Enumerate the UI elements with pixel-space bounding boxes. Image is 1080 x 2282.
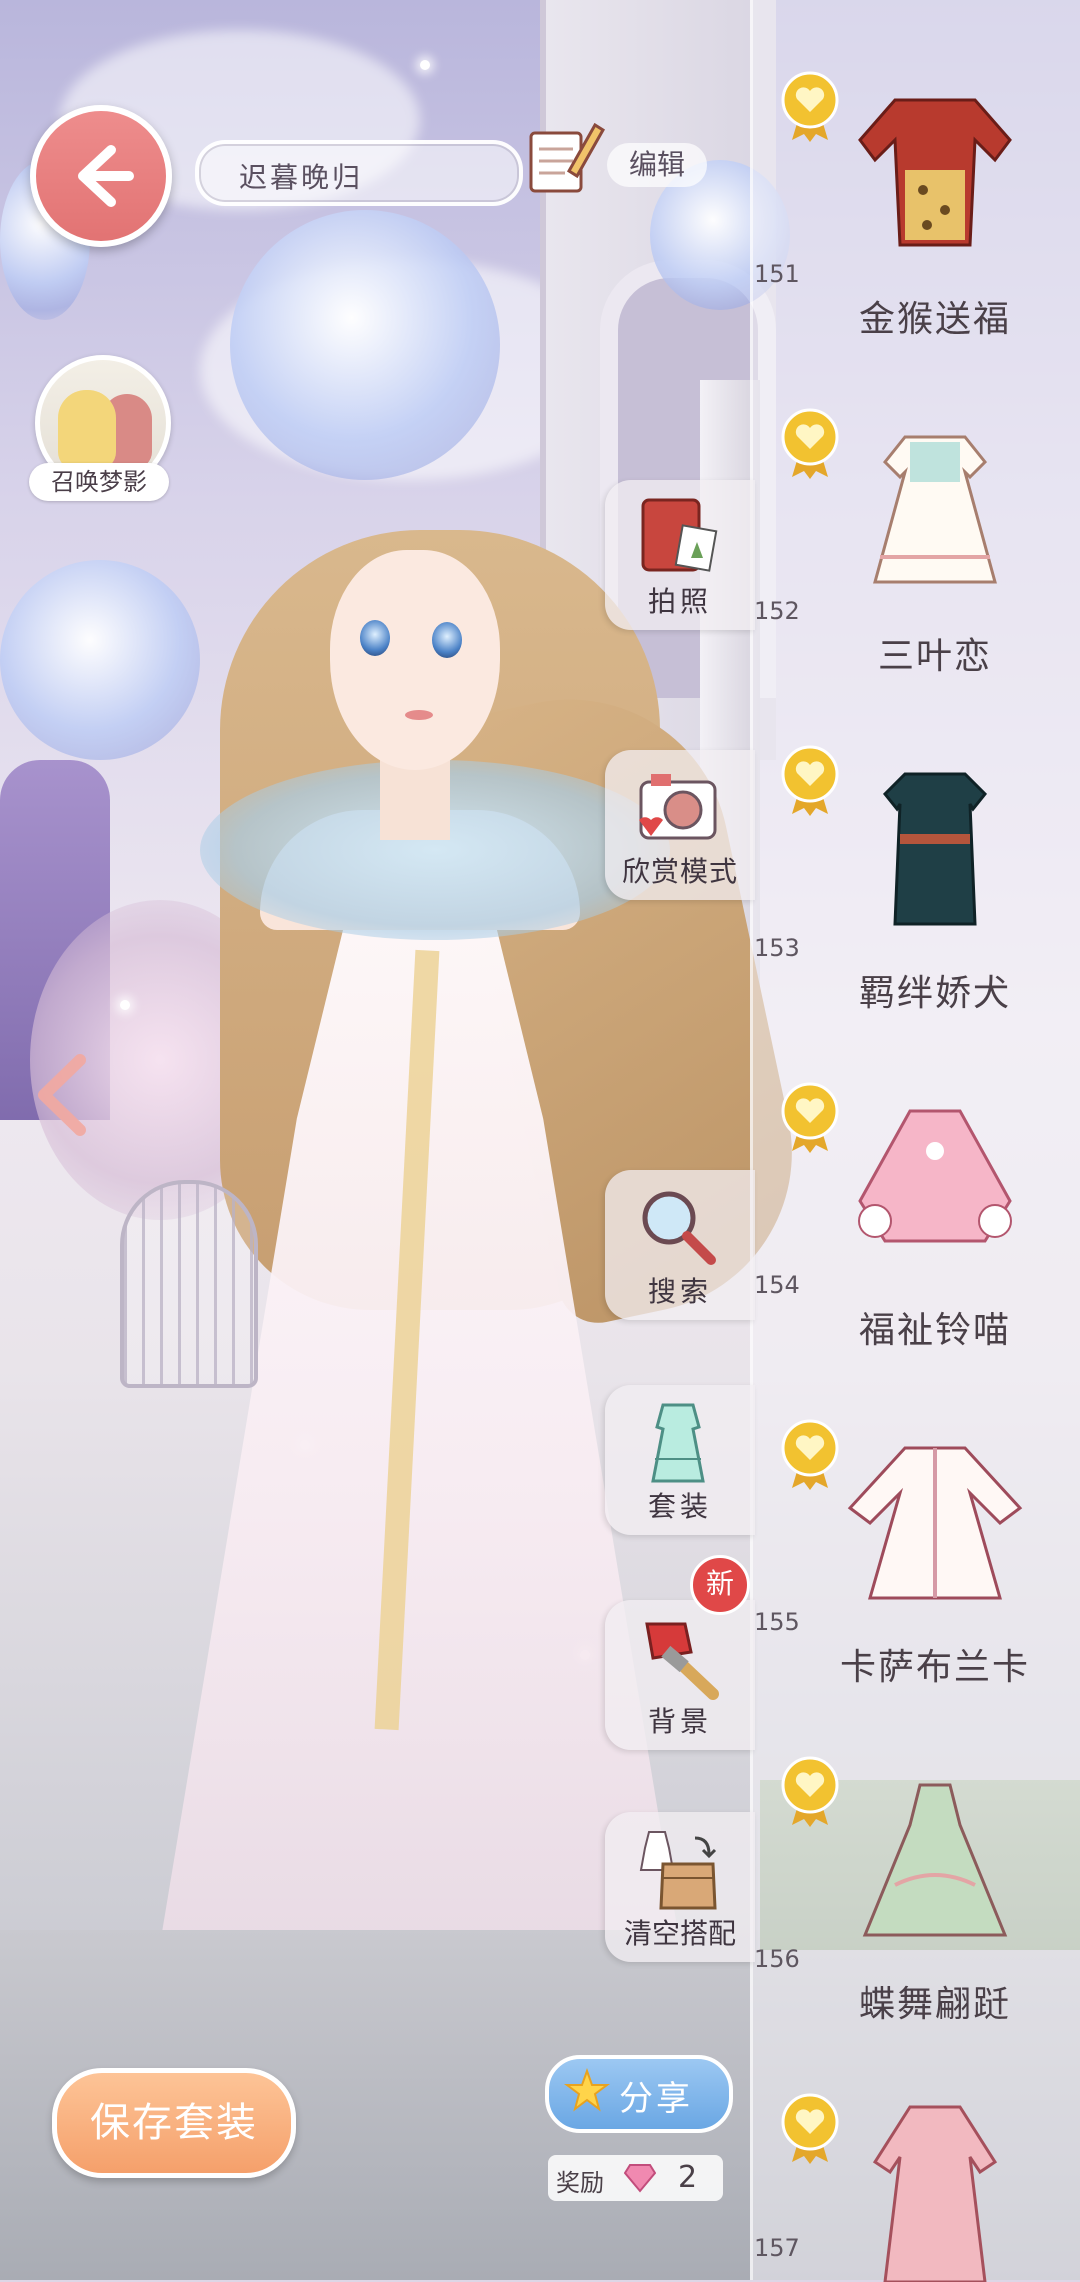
camera-icon [639, 774, 717, 840]
item-card[interactable]: 154 福祉铃喵 [750, 1071, 1080, 1406]
new-badge: 新 [690, 1555, 750, 1615]
outfit-thumbnail [858, 98, 1012, 247]
flower-orb [230, 210, 500, 480]
view-mode-button[interactable]: 欣赏模式 [605, 750, 755, 900]
clear-outfit-button[interactable]: 清空搭配 [605, 1812, 755, 1962]
share-label: 分享 [619, 2079, 693, 2119]
character-eye [432, 622, 462, 658]
clear-outfit-icon [639, 1831, 717, 1910]
birdcage-accessory [120, 1180, 258, 1388]
sparkle [420, 60, 430, 70]
item-card[interactable]: 152 三叶恋 [750, 397, 1080, 732]
background-label: 背景 [647, 1705, 712, 1738]
item-card[interactable]: 157 [750, 2082, 1080, 2282]
item-name: 蝶舞翩跹 [858, 1984, 1011, 2025]
item-number: 153 [754, 934, 800, 962]
diamond-icon [624, 2164, 656, 2193]
back-button[interactable] [30, 105, 172, 247]
star-icon [564, 2068, 610, 2112]
outfit-button[interactable]: 套装 [605, 1385, 755, 1535]
outfit-thumbnail [858, 1109, 1012, 1243]
magnifier-icon [642, 1191, 716, 1265]
reward-label: 奖励 [556, 2169, 604, 2197]
gold-heart-medal-icon [781, 1756, 839, 1827]
chevron-left-icon[interactable] [28, 1050, 98, 1140]
outfit-thumbnail [882, 772, 988, 926]
search-button[interactable]: 搜索 [605, 1170, 755, 1320]
outfit-thumbnail [862, 1783, 1008, 1937]
share-button[interactable]: 分享 [545, 2055, 733, 2133]
notepad-pencil-icon [529, 122, 605, 193]
outfit-name-text: 迟暮晚归 [239, 161, 364, 194]
avatar-figure [58, 390, 116, 470]
item-name: 福祉铃喵 [858, 1310, 1011, 1351]
item-card[interactable]: 151 金猴送福 [750, 60, 1080, 395]
character-eye [360, 620, 390, 656]
photo-button[interactable]: 拍照 [605, 480, 755, 630]
summon-dream-shadow-button[interactable]: 召唤梦影 [25, 355, 175, 505]
back-arrow-icon [78, 145, 134, 207]
share-reward: 奖励 2 [548, 2155, 723, 2201]
character-neck [380, 760, 450, 840]
item-card[interactable]: 156 蝶舞翩跹 [750, 1745, 1080, 2080]
clear-outfit-label: 清空搭配 [623, 1917, 736, 1950]
item-card[interactable]: 155 卡萨布兰卡 [750, 1408, 1080, 1743]
item-number: 151 [754, 260, 800, 288]
gold-heart-medal-icon [781, 1082, 839, 1153]
character-face [330, 550, 500, 770]
gold-heart-medal-icon [781, 408, 839, 479]
view-mode-label: 欣赏模式 [621, 855, 738, 888]
save-outfit-button[interactable]: 保存套装 [52, 2068, 296, 2178]
item-number: 157 [754, 2234, 800, 2262]
item-name: 羁绊娇犬 [858, 973, 1011, 1014]
item-number: 154 [754, 1271, 800, 1299]
reward-count: 2 [678, 2160, 698, 2195]
gold-heart-medal-icon [781, 745, 839, 816]
edit-label: 编辑 [607, 143, 707, 187]
item-name: 金猴送福 [858, 299, 1011, 340]
item-name: 卡萨布兰卡 [839, 1647, 1030, 1688]
outfit-name-field[interactable]: 迟暮晚归 [195, 140, 523, 206]
paint-brush-icon [645, 1622, 719, 1700]
item-card[interactable]: 153 羁绊娇犬 [750, 734, 1080, 1069]
character-lips [405, 710, 433, 720]
gold-heart-medal-icon [781, 2093, 839, 2164]
outfit-icon [651, 1403, 705, 1483]
photo-album-icon [641, 498, 718, 572]
outfit-thumbnail [873, 435, 997, 584]
item-number: 152 [754, 597, 800, 625]
outfit-thumbnail [872, 2105, 998, 2282]
summon-label: 召唤梦影 [29, 463, 169, 501]
item-number: 156 [754, 1945, 800, 1973]
gold-heart-medal-icon [781, 71, 839, 142]
background-button[interactable]: 背景 [605, 1600, 755, 1750]
item-number: 155 [754, 1608, 800, 1636]
outfit-label: 套装 [647, 1490, 712, 1523]
search-label: 搜索 [647, 1275, 712, 1308]
photo-label: 拍照 [647, 585, 712, 618]
outfit-thumbnail [847, 1446, 1023, 1600]
gold-heart-medal-icon [781, 1419, 839, 1490]
item-name: 三叶恋 [877, 636, 992, 677]
